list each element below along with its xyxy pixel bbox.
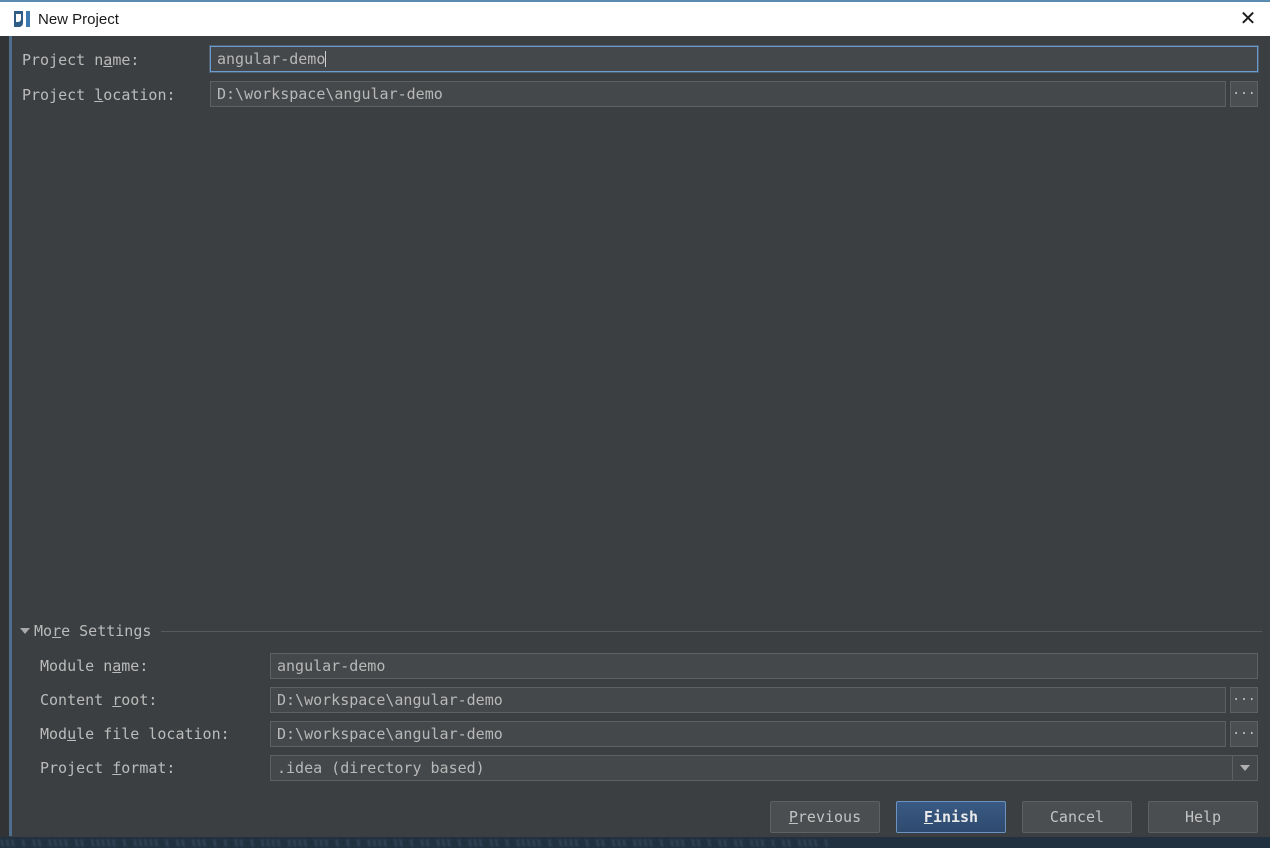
module-file-location-input[interactable]: D:\workspace\angular-demo [270, 721, 1226, 747]
previous-button[interactable]: Previous [770, 801, 880, 833]
dialog-content: Project name: angular-demo Project locat… [12, 36, 1270, 837]
project-format-row: Project format: .idea (directory based) [12, 755, 1270, 783]
module-name-input[interactable]: angular-demo [270, 653, 1258, 679]
dialog-footer: Previous Finish Cancel Help [770, 801, 1258, 833]
triangle-down-icon [20, 628, 30, 634]
text-caret [325, 51, 327, 67]
project-location-input[interactable]: D:\workspace\angular-demo [210, 81, 1226, 107]
project-location-value: D:\workspace\angular-demo [217, 85, 443, 103]
more-settings-section: More Settings Module name: angular-demo … [12, 621, 1270, 781]
project-format-value: .idea (directory based) [277, 759, 485, 777]
dialog-titlebar: New Project ✕ [0, 0, 1270, 36]
module-name-row: Module name: angular-demo [12, 653, 1270, 681]
more-settings-label: More Settings [34, 622, 152, 640]
project-location-row: Project location: D:\workspace\angular-d… [12, 81, 1270, 111]
project-location-browse-button[interactable]: ... [1230, 81, 1258, 107]
intellij-idea-icon [14, 11, 30, 27]
ide-background-bottom-strip: lll l ll llll ll lllll l lllll l ll lll … [0, 837, 1270, 848]
content-root-browse-button[interactable]: ... [1230, 687, 1258, 713]
project-name-input[interactable]: angular-demo [210, 46, 1258, 72]
module-file-location-value: D:\workspace\angular-demo [277, 725, 503, 743]
project-format-select[interactable]: .idea (directory based) [270, 755, 1258, 781]
ide-background-bottom-text: lll l ll llll ll lllll l lllll l ll lll … [0, 839, 830, 848]
module-file-location-row: Module file location: D:\workspace\angul… [12, 721, 1270, 749]
project-name-value: angular-demo [217, 50, 326, 68]
cancel-button[interactable]: Cancel [1022, 801, 1132, 833]
content-root-value: D:\workspace\angular-demo [277, 691, 503, 709]
finish-button[interactable]: Finish [896, 801, 1006, 833]
project-format-label: Project format: [40, 759, 176, 777]
project-name-label: Project name: [22, 51, 140, 69]
section-separator [161, 630, 1262, 632]
ide-background-left-strip [0, 36, 9, 848]
dialog-title: New Project [38, 10, 119, 28]
more-settings-toggle[interactable]: More Settings [20, 621, 1268, 641]
module-name-label: Module name: [40, 657, 149, 675]
module-name-value: angular-demo [277, 657, 386, 675]
module-file-location-label: Module file location: [40, 725, 230, 743]
help-button[interactable]: Help [1148, 801, 1258, 833]
content-root-row: Content root: D:\workspace\angular-demo … [12, 687, 1270, 715]
module-file-location-browse-button[interactable]: ... [1230, 721, 1258, 747]
project-name-row: Project name: angular-demo [12, 46, 1270, 76]
new-project-dialog: lll l ll llll ll lllll l lllll l ll lll … [0, 0, 1270, 848]
chevron-down-icon[interactable] [1232, 756, 1257, 780]
project-location-label: Project location: [22, 86, 176, 104]
content-root-label: Content root: [40, 691, 158, 709]
content-root-input[interactable]: D:\workspace\angular-demo [270, 687, 1226, 713]
close-icon[interactable]: ✕ [1234, 5, 1262, 33]
